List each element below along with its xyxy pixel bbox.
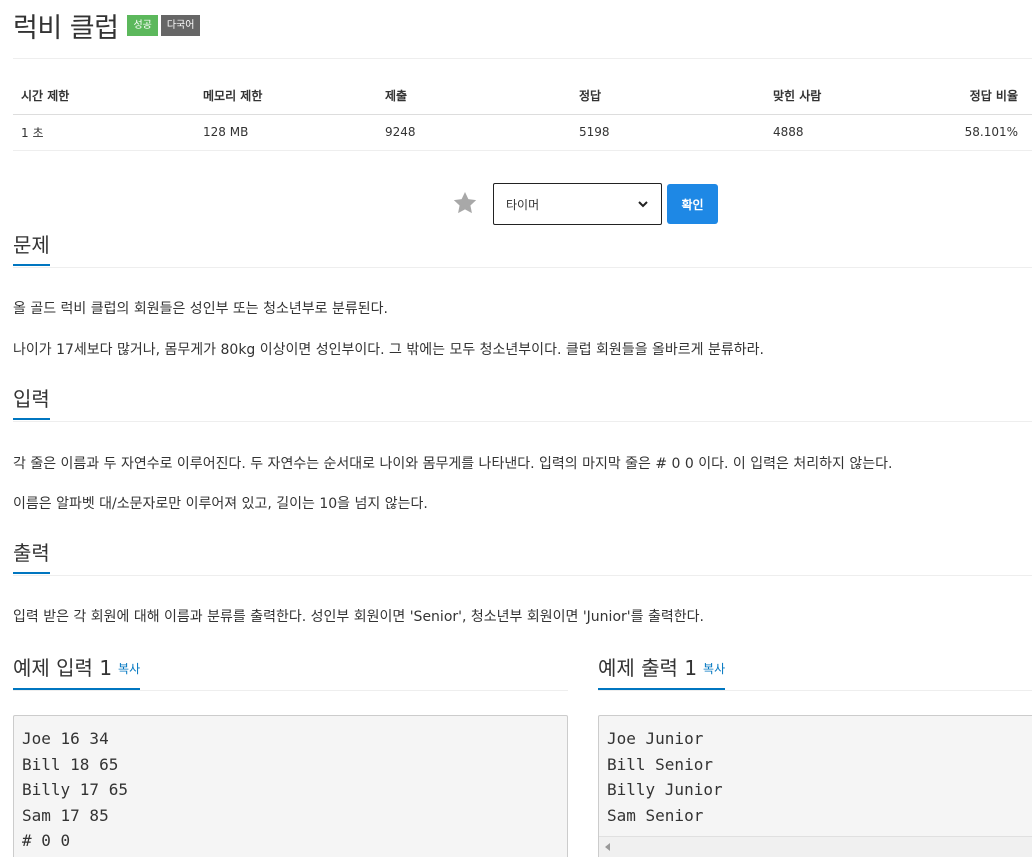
chevron-down-icon <box>638 201 648 208</box>
problem-section-header: 문제 <box>13 232 1032 268</box>
title-divider <box>13 58 1032 59</box>
status-badge: 성공 <box>127 15 158 36</box>
value-memory-limit: 128 MB <box>195 114 377 151</box>
horizontal-scrollbar[interactable] <box>599 836 1032 857</box>
problem-paragraph-2: 나이가 17세보다 많거나, 몸무게가 80kg 이상이면 성인부이다. 그 밖… <box>13 342 764 358</box>
timer-select-value: 타이머 <box>506 197 540 212</box>
output-section-header: 출력 <box>13 540 1032 576</box>
output-heading: 출력 <box>13 540 50 574</box>
value-accept-ratio: 58.101% <box>925 114 1032 151</box>
confirm-button[interactable]: 확인 <box>667 184 718 224</box>
header-accepted: 정답 <box>571 78 765 115</box>
sample-output-header: 예제 출력 1 복사 <box>598 655 1032 691</box>
header-time-limit: 시간 제한 <box>13 78 195 115</box>
output-paragraph-1: 입력 받은 각 회원에 대해 이름과 분류를 출력한다. 성인부 회원이면 'S… <box>13 609 704 625</box>
copy-input-link[interactable]: 복사 <box>118 662 140 676</box>
language-badge: 다국어 <box>160 15 201 36</box>
sample-input-box[interactable]: Joe 16 34 Bill 18 65 Billy 17 65 Sam 17 … <box>13 715 568 857</box>
value-time-limit: 1 초 <box>13 114 195 151</box>
sample-input-title: 예제 입력 1 <box>13 656 113 680</box>
header-memory-limit: 메모리 제한 <box>195 78 377 115</box>
info-value-row: 1 초 128 MB 9248 5198 4888 58.101% <box>13 114 1032 151</box>
input-section-header: 입력 <box>13 386 1032 422</box>
sample-output-heading: 예제 출력 1 복사 <box>598 655 726 690</box>
title-row: 럭비 클럽 성공 다국어 <box>13 6 201 45</box>
header-accept-ratio: 정답 비율 <box>925 78 1032 115</box>
header-submissions: 제출 <box>377 78 571 115</box>
sample-input-heading: 예제 입력 1 복사 <box>13 655 141 690</box>
value-solved-users: 4888 <box>765 114 925 151</box>
header-solved-users: 맞힌 사람 <box>765 78 925 115</box>
input-heading: 입력 <box>13 386 50 420</box>
star-icon[interactable] <box>452 190 478 216</box>
problem-paragraph-1: 올 골드 럭비 클럽의 회원들은 성인부 또는 청소년부로 분류된다. <box>13 301 388 317</box>
value-submissions: 9248 <box>377 114 571 151</box>
page-title: 럭비 클럽 <box>13 13 119 44</box>
sample-output-title: 예제 출력 1 <box>598 656 698 680</box>
sample-input-header: 예제 입력 1 복사 <box>13 655 568 691</box>
copy-output-link[interactable]: 복사 <box>703 662 725 676</box>
input-paragraph-2: 이름은 알파벳 대/소문자로만 이루어져 있고, 길이는 10을 넘지 않는다. <box>13 496 428 512</box>
info-header-row: 시간 제한 메모리 제한 제출 정답 맞힌 사람 정답 비율 <box>13 78 1032 115</box>
scroll-left-icon[interactable] <box>605 843 610 851</box>
timer-select[interactable]: 타이머 <box>493 183 662 225</box>
input-paragraph-1: 각 줄은 이름과 두 자연수로 이루어진다. 두 자연수는 순서대로 나이와 몸… <box>13 456 893 472</box>
problem-info-table: 시간 제한 메모리 제한 제출 정답 맞힌 사람 정답 비율 1 초 128 M… <box>13 78 1032 151</box>
value-accepted: 5198 <box>571 114 765 151</box>
problem-heading: 문제 <box>13 232 50 266</box>
